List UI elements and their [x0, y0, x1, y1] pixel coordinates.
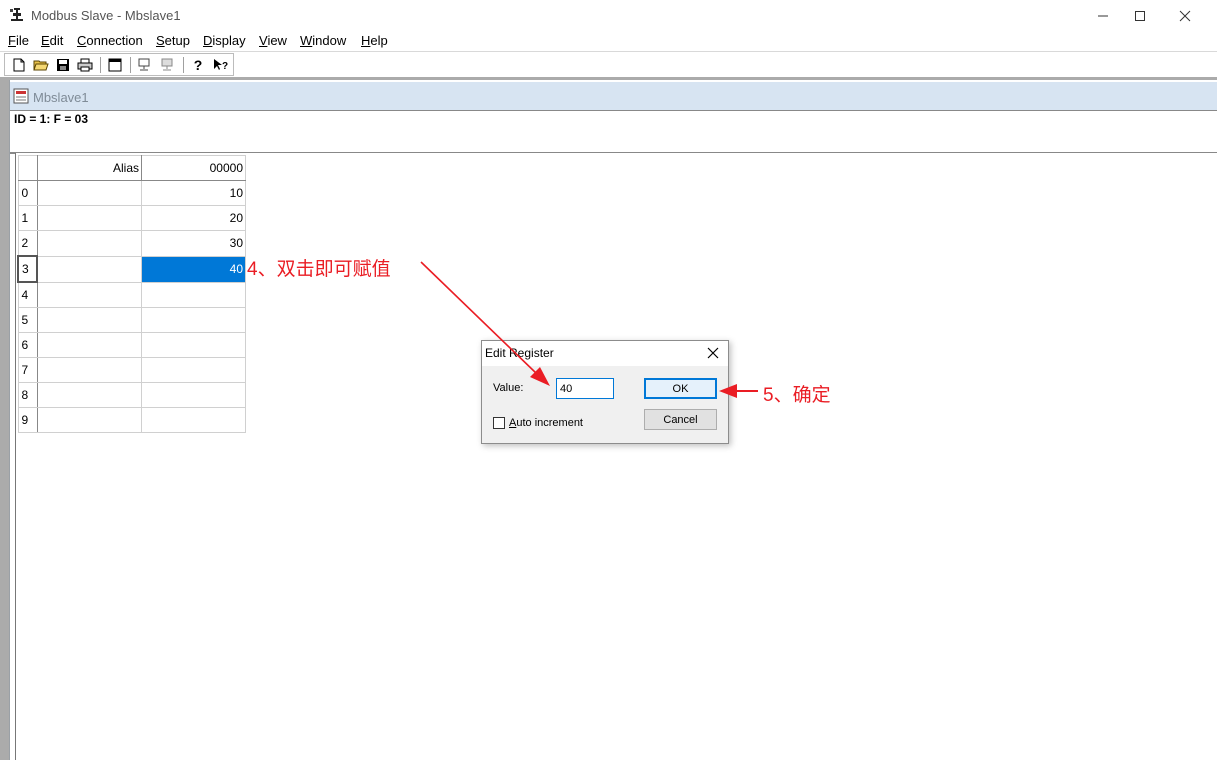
row-index[interactable]: 8 [17, 382, 38, 408]
table-row: 8 [17, 382, 246, 408]
help-icon[interactable]: ? [189, 56, 207, 73]
menu-display[interactable]: Display [203, 33, 246, 48]
table-row: 7 [17, 357, 246, 383]
info-panel [10, 110, 1217, 154]
table-row: 1 20 [17, 205, 246, 231]
register-value-cell[interactable] [141, 407, 246, 433]
register-value-cell[interactable]: 30 [141, 230, 246, 257]
disconnect-icon[interactable] [158, 56, 176, 73]
modbus-app-icon [9, 7, 25, 23]
row-index[interactable]: 3 [17, 255, 38, 283]
alias-column-header[interactable]: Alias [36, 155, 142, 181]
auto-increment-checkbox[interactable] [493, 417, 505, 429]
title-bar [0, 0, 1217, 31]
table-row: 6 [17, 332, 246, 358]
register-value-cell[interactable]: 10 [141, 180, 246, 206]
new-file-icon[interactable] [10, 56, 28, 73]
menu-bar: File Edit Connection Setup Display View … [0, 31, 1217, 51]
alias-cell[interactable] [36, 332, 142, 358]
table-header-row: Alias 00000 [17, 155, 246, 181]
register-value-cell[interactable] [141, 281, 246, 308]
toolbar-group: ? ? [4, 53, 234, 76]
connect-icon[interactable] [136, 56, 154, 73]
annotation-step5: 5、确定 [763, 385, 831, 406]
register-value-cell[interactable]: 40 [141, 255, 246, 283]
register-value-cell[interactable] [141, 382, 246, 408]
row-index[interactable]: 0 [17, 180, 38, 206]
alias-cell[interactable] [36, 407, 142, 433]
annotation-step4: 4、双击即可赋值 [247, 259, 391, 280]
window-title: Modbus Slave - Mbslave1 [31, 8, 181, 23]
register-table: Alias 00000 0 10 1 20 2 30 3 40 4 5 6 7 8 9 [17, 155, 246, 433]
alias-cell[interactable] [36, 205, 142, 231]
alias-cell[interactable] [36, 180, 142, 206]
close-icon [707, 347, 719, 359]
toolbar-separator [100, 57, 101, 73]
toolbar-separator [130, 57, 131, 73]
child-window-title: Mbslave1 [33, 90, 89, 105]
table-row: 5 [17, 307, 246, 333]
minimize-icon [1098, 15, 1108, 16]
close-icon [1179, 10, 1191, 21]
address-column-header[interactable]: 00000 [141, 155, 246, 181]
window-icon[interactable] [106, 56, 124, 73]
slave-id-function-label: ID = 1: F = 03 [14, 112, 89, 126]
row-index[interactable]: 9 [17, 407, 38, 433]
menu-file[interactable]: File [8, 33, 29, 48]
value-input[interactable] [556, 378, 614, 399]
grid-corner [17, 155, 38, 181]
alias-cell[interactable] [36, 255, 142, 283]
table-row: 4 [17, 281, 246, 308]
row-index[interactable]: 5 [17, 307, 38, 333]
alias-cell[interactable] [36, 281, 142, 308]
menu-help[interactable]: Help [361, 33, 388, 48]
document-icon [13, 88, 29, 104]
menu-view[interactable]: View [259, 33, 287, 48]
table-row: 9 [17, 407, 246, 433]
child-title-bar [10, 82, 1217, 110]
alias-cell[interactable] [36, 382, 142, 408]
register-value-cell[interactable] [141, 307, 246, 333]
menu-window[interactable]: Window [300, 33, 346, 48]
open-folder-icon[interactable] [32, 56, 50, 73]
alias-cell[interactable] [36, 230, 142, 257]
register-value-cell[interactable] [141, 357, 246, 383]
ok-button[interactable]: OK [644, 378, 717, 399]
table-row: 0 10 [17, 180, 246, 206]
close-button[interactable] [1162, 0, 1208, 31]
register-table-body: 0 10 1 20 2 30 3 40 4 5 6 7 8 9 [17, 180, 246, 433]
alias-cell[interactable] [36, 307, 142, 333]
maximize-button[interactable] [1117, 0, 1163, 31]
row-index[interactable]: 7 [17, 357, 38, 383]
menu-connection[interactable]: Connection [77, 33, 143, 48]
dialog-title: Edit Register [485, 346, 554, 360]
print-icon[interactable] [76, 56, 94, 73]
table-row: 2 30 [17, 230, 246, 257]
alias-cell[interactable] [36, 357, 142, 383]
register-value-cell[interactable]: 20 [141, 205, 246, 231]
menu-edit[interactable]: Edit [41, 33, 63, 48]
register-value-cell[interactable] [141, 332, 246, 358]
maximize-icon [1135, 10, 1145, 21]
row-index[interactable]: 2 [17, 230, 38, 257]
context-help-icon[interactable]: ? [211, 56, 229, 73]
auto-increment-label[interactable]: Auto increment [509, 417, 583, 429]
row-index[interactable]: 6 [17, 332, 38, 358]
menu-setup[interactable]: Setup [156, 33, 190, 48]
dialog-close-button[interactable] [703, 343, 723, 363]
row-index[interactable]: 4 [17, 281, 38, 308]
cancel-button[interactable]: Cancel [644, 409, 717, 430]
svg-text:?: ? [222, 61, 228, 72]
value-label: Value: [493, 382, 524, 394]
row-index[interactable]: 1 [17, 205, 38, 231]
table-row: 3 40 [17, 255, 246, 283]
toolbar-separator [183, 57, 184, 73]
save-icon[interactable] [54, 56, 72, 73]
